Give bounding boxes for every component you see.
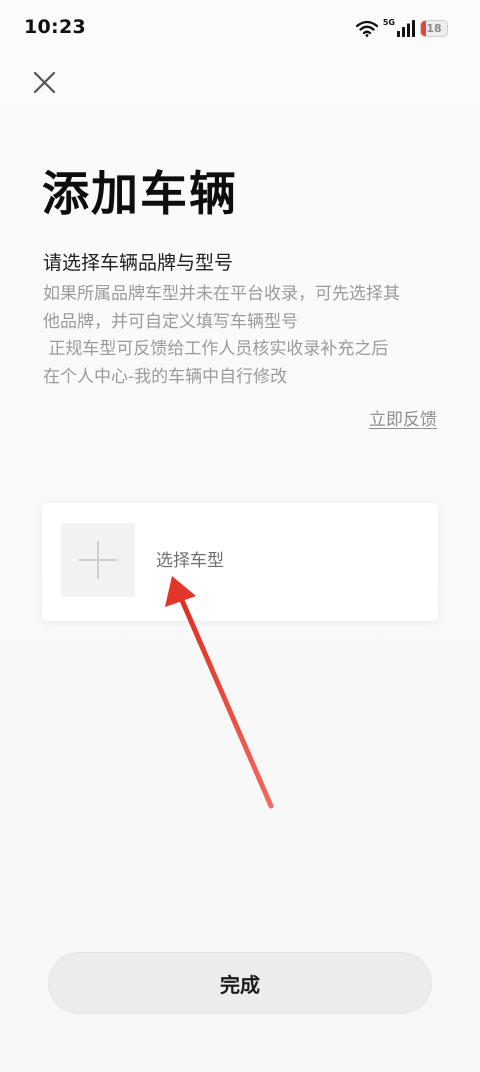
feedback-link[interactable]: 立即反馈 [369, 405, 437, 430]
close-icon [33, 71, 56, 94]
status-bar: 10:23 5G 18 [0, 0, 480, 58]
page-subtitle: 请选择车辆品牌与型号 [43, 252, 234, 274]
plus-icon [79, 541, 117, 579]
description-line: 正规车型可反馈给工作人员核实收录补充之后 [43, 339, 389, 359]
page-title: 添加车辆 [42, 167, 238, 222]
add-vehicle-tile[interactable] [61, 523, 135, 597]
battery-level: 18 [426, 21, 442, 35]
select-vehicle-card[interactable]: 选择车型 [42, 503, 438, 621]
done-button[interactable]: 完成 [48, 952, 432, 1014]
battery-icon: 18 [420, 19, 448, 37]
status-icons: 5G 18 [355, 18, 448, 38]
add-vehicle-screen: 10:23 5G 18 添加车辆 请选择车辆品牌与型号 如果所属品牌车型并未在平… [0, 0, 480, 1072]
signal-icon [397, 19, 415, 37]
description-text: 如果所属品牌车型并未在平台收录，可先选择其 他品牌，并可自定义填写车辆型号 正规… [43, 281, 443, 391]
wifi-icon [355, 20, 378, 37]
description-line: 如果所属品牌车型并未在平台收录，可先选择其 [43, 284, 400, 304]
close-button[interactable] [30, 68, 60, 98]
status-time: 10:23 [24, 16, 86, 38]
description-line: 他品牌，并可自定义填写车辆型号 [43, 311, 298, 332]
select-vehicle-label[interactable]: 选择车型 [156, 550, 224, 572]
network-type-label: 5G [382, 18, 395, 27]
description-line: 在个人中心-我的车辆中自行修改 [43, 366, 288, 387]
